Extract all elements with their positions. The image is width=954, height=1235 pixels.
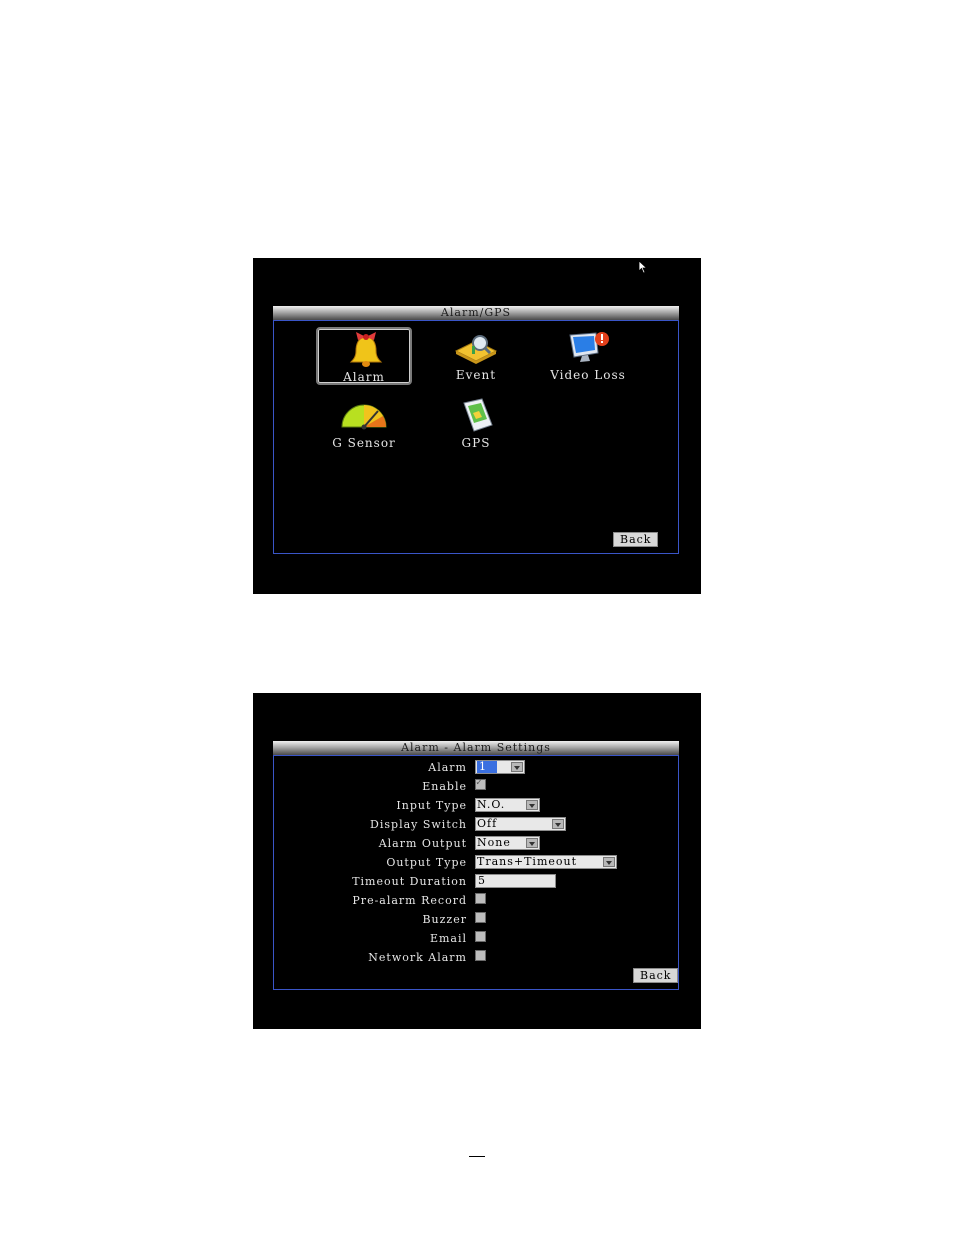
row-timeout-duration: Timeout Duration 5 xyxy=(274,874,680,890)
page-number-line xyxy=(469,1156,485,1157)
alarm-output-label: Alarm Output xyxy=(378,837,467,850)
pre-alarm-record-checkbox[interactable] xyxy=(475,893,486,904)
row-network-alarm: Network Alarm xyxy=(274,950,680,966)
monitor-alert-icon xyxy=(569,332,609,362)
gps-device-icon xyxy=(463,398,493,432)
row-pre-alarm-record: Pre-alarm Record xyxy=(274,893,680,909)
network-alarm-checkbox[interactable] xyxy=(475,950,486,961)
alarm-gps-panel: Alarm/GPS Alarm Event Video Loss G Senso… xyxy=(273,306,679,554)
chevron-down-icon[interactable] xyxy=(526,800,538,810)
input-type-label: Input Type xyxy=(396,799,467,812)
menu-item-label: Alarm xyxy=(343,370,385,384)
panel-title: Alarm/GPS xyxy=(273,306,679,321)
row-output-type: Output Type Trans+Timeout xyxy=(274,855,680,871)
input-type-value: N.O. xyxy=(477,798,506,811)
mouse-cursor-icon xyxy=(638,260,648,274)
row-alarm-output: Alarm Output None xyxy=(274,836,680,852)
back-button[interactable]: Back xyxy=(633,968,679,983)
enable-checkbox[interactable] xyxy=(475,777,486,790)
pre-alarm-record-label: Pre-alarm Record xyxy=(352,894,467,907)
timeout-duration-input[interactable]: 5 xyxy=(475,874,556,888)
email-checkbox[interactable] xyxy=(475,931,486,942)
alarm-select[interactable]: 1 xyxy=(475,760,525,774)
row-email: Email xyxy=(274,931,680,947)
display-switch-label: Display Switch xyxy=(370,818,467,831)
timeout-duration-label: Timeout Duration xyxy=(352,875,467,888)
display-switch-select[interactable]: Off xyxy=(475,817,566,831)
input-type-select[interactable]: N.O. xyxy=(475,798,540,812)
panel-title: Alarm - Alarm Settings xyxy=(273,741,679,756)
alarm-gps-screen: Alarm/GPS Alarm Event Video Loss G Senso… xyxy=(253,258,701,594)
chevron-down-icon[interactable] xyxy=(526,838,538,848)
menu-item-label: GPS xyxy=(461,436,491,450)
output-type-label: Output Type xyxy=(386,856,467,869)
menu-item-event[interactable]: Event xyxy=(428,327,524,385)
menu-item-g-sensor[interactable]: G Sensor xyxy=(316,395,412,453)
buzzer-label: Buzzer xyxy=(422,913,467,926)
output-type-value: Trans+Timeout xyxy=(477,855,578,868)
back-button[interactable]: Back xyxy=(613,532,659,547)
alarm-output-value: None xyxy=(477,836,511,849)
row-display-switch: Display Switch Off xyxy=(274,817,680,833)
menu-item-video-loss[interactable]: Video Loss xyxy=(540,327,636,385)
bell-icon xyxy=(349,332,383,367)
alarm-settings-panel: Alarm - Alarm Settings Alarm 1 Enable In… xyxy=(273,741,679,990)
alarm-settings-screen: Alarm - Alarm Settings Alarm 1 Enable In… xyxy=(253,693,701,1029)
chevron-down-icon[interactable] xyxy=(511,762,523,772)
email-label: Email xyxy=(429,932,467,945)
event-icon xyxy=(454,335,498,364)
alarm-output-select[interactable]: None xyxy=(475,836,540,850)
menu-item-label: Video Loss xyxy=(550,368,626,382)
row-input-type: Input Type N.O. xyxy=(274,798,680,814)
row-buzzer: Buzzer xyxy=(274,912,680,928)
menu-item-alarm[interactable]: Alarm xyxy=(316,327,412,385)
chevron-down-icon[interactable] xyxy=(603,857,615,867)
display-switch-value: Off xyxy=(477,817,498,830)
alarm-value: 1 xyxy=(477,761,497,773)
menu-item-label: G Sensor xyxy=(332,436,396,450)
menu-item-label: Event xyxy=(455,368,497,382)
chevron-down-icon[interactable] xyxy=(552,819,564,829)
row-alarm: Alarm 1 xyxy=(274,760,680,776)
enable-label: Enable xyxy=(422,780,467,793)
row-enable: Enable xyxy=(274,777,680,795)
alarm-label: Alarm xyxy=(428,761,467,774)
network-alarm-label: Network Alarm xyxy=(368,951,467,964)
menu-item-gps[interactable]: GPS xyxy=(428,395,524,453)
gauge-icon xyxy=(341,404,387,430)
buzzer-checkbox[interactable] xyxy=(475,912,486,923)
output-type-select[interactable]: Trans+Timeout xyxy=(475,855,617,869)
